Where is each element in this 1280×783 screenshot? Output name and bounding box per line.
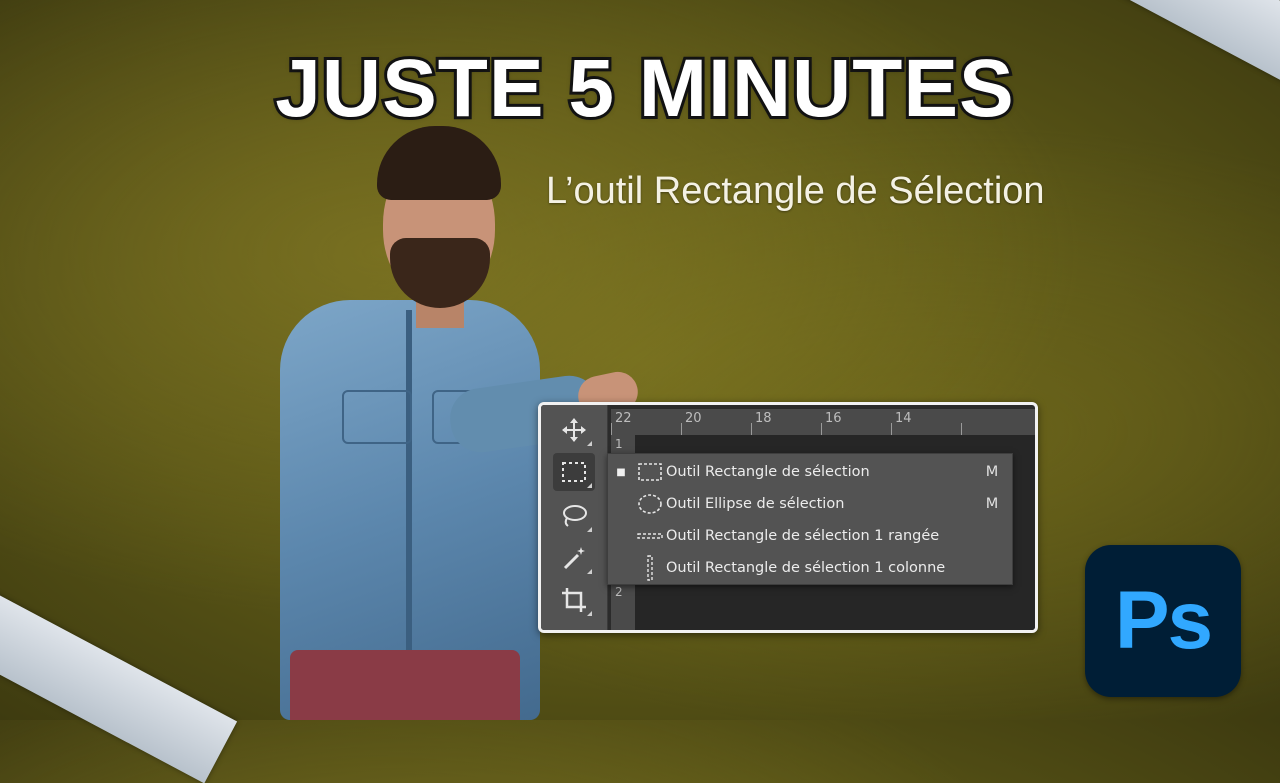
decorative-stripe-bottom-left: [0, 566, 238, 783]
ruler-label: 18: [755, 411, 772, 426]
move-tool-button[interactable]: [553, 411, 595, 449]
menu-item-single-column-marquee[interactable]: Outil Rectangle de sélection 1 colonne: [608, 552, 1012, 584]
menu-item-rectangle-marquee[interactable]: ■ Outil Rectangle de sélection M: [608, 456, 1012, 488]
menu-item-elliptical-marquee[interactable]: Outil Ellipse de sélection M: [608, 488, 1012, 520]
rectangular-marquee-icon: [638, 463, 662, 481]
ruler-label: 14: [895, 411, 912, 426]
marquee-tool-flyout-menu: ■ Outil Rectangle de sélection M Outil E…: [607, 453, 1013, 585]
decorative-stripe-top-right: [1032, 0, 1280, 104]
menu-item-label: Outil Ellipse de sélection: [666, 496, 845, 512]
lasso-tool-button[interactable]: [553, 497, 595, 535]
presenter-hair: [377, 126, 501, 200]
menu-item-label: Outil Rectangle de sélection: [666, 464, 870, 480]
ruler-label: 2: [615, 585, 623, 599]
single-column-marquee-icon: [647, 555, 653, 581]
crop-tool-button[interactable]: [553, 581, 595, 619]
magic-wand-icon: [563, 547, 585, 570]
ruler-label: 16: [825, 411, 842, 426]
menu-item-label: Outil Rectangle de sélection 1 colonne: [666, 560, 946, 576]
marquee-tool-button[interactable]: [553, 453, 595, 491]
magic-wand-tool-button[interactable]: [553, 539, 595, 577]
presenter-beard: [390, 238, 490, 308]
photoshop-screenshot: 22 20 18 16 14 1 2 ■ Outil Rectangle de …: [538, 402, 1038, 633]
ruler-label: 20: [685, 411, 702, 426]
presenter-photo: [250, 120, 642, 720]
tools-panel: [541, 405, 608, 630]
subtitle: L’outil Rectangle de Sélection: [546, 170, 1045, 212]
single-row-marquee-icon: [637, 533, 663, 539]
horizontal-ruler: 22 20 18 16 14: [611, 409, 1035, 435]
ruler-label: 1: [615, 437, 623, 451]
headline: JUSTE 5 MINUTES: [272, 43, 1016, 134]
menu-item-single-row-marquee[interactable]: Outil Rectangle de sélection 1 rangée: [608, 520, 1012, 552]
presenter-pants: [290, 650, 520, 720]
rectangular-marquee-icon: [562, 462, 586, 482]
photoshop-logo: Ps: [1085, 545, 1241, 697]
elliptical-marquee-icon: [638, 494, 662, 514]
ruler-label: 22: [615, 411, 632, 426]
selected-bullet-icon: ■: [616, 466, 626, 478]
menu-item-shortcut: M: [985, 464, 999, 480]
menu-item-shortcut: M: [985, 496, 999, 512]
crop-icon: [562, 588, 586, 612]
menu-item-label: Outil Rectangle de sélection 1 rangée: [666, 528, 940, 544]
photoshop-logo-text: Ps: [1114, 575, 1213, 666]
lasso-icon: [563, 505, 587, 527]
shirt-pocket-left: [342, 390, 412, 444]
move-tool-icon: [562, 418, 586, 442]
